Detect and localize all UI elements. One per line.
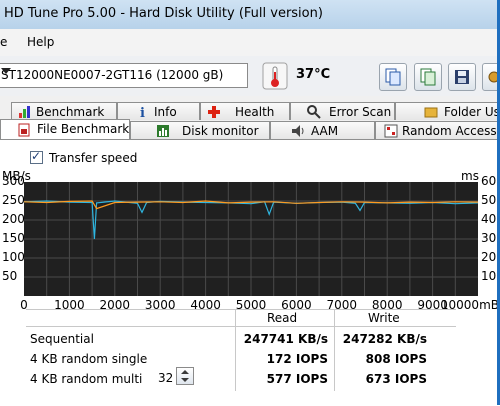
table-line-top — [26, 309, 456, 310]
y-tick-label-left: 100 — [2, 250, 25, 264]
tab-file-benchmark-label: File Benchmark — [37, 122, 130, 136]
tab-random-access-label: Random Access — [402, 124, 497, 138]
menu-item-help[interactable]: Help — [27, 35, 54, 49]
sequential-write-value: 247282 KB/s — [342, 332, 427, 346]
transfer-speed-chart — [24, 182, 478, 296]
tab-benchmark-label: Benchmark — [36, 105, 105, 119]
health-cross-icon — [208, 106, 220, 118]
row-label-sequential: Sequential — [30, 332, 94, 346]
folder-icon — [424, 107, 438, 118]
y-tick-label-right: 50 — [481, 193, 497, 207]
table-header-read: Read — [267, 311, 298, 325]
copy-all-icon — [420, 68, 436, 86]
queue-depth-value[interactable]: 32 — [158, 371, 173, 385]
tab-file-benchmark[interactable]: File Benchmark — [0, 119, 130, 140]
y-tick-label-right: 20 — [481, 250, 497, 264]
title-bar: HD Tune Pro 5.00 - Hard Disk Utility (Fu… — [0, 0, 500, 29]
queue-depth-stepper[interactable] — [176, 367, 194, 385]
y-tick-label-right: 60 — [481, 174, 497, 188]
tab-disk-monitor[interactable]: Disk monitor — [130, 121, 270, 139]
table-line-header — [26, 326, 456, 327]
table-header-write: Write — [368, 311, 400, 325]
4kb-single-write-value: 808 IOPS — [365, 352, 427, 366]
4kb-multi-write-value: 673 IOPS — [365, 372, 427, 386]
y-axis-unit-right: ms — [461, 169, 479, 183]
tab-strip: Benchmark i Info Health Error Scan Folde… — [0, 100, 500, 140]
drive-select-value: ST12000NE0007-2GT116 (12000 gB) — [1, 68, 224, 82]
copy-all-button[interactable] — [414, 63, 442, 91]
transfer-speed-checkbox[interactable] — [30, 149, 43, 164]
copy-icon — [385, 68, 401, 86]
app-window: HD Tune Pro 5.00 - Hard Disk Utility (Fu… — [0, 0, 500, 406]
svg-text:i: i — [140, 106, 145, 119]
transfer-speed-label: Transfer speed — [49, 151, 138, 165]
y-tick-label-left: 50 — [2, 269, 18, 283]
tab-aam-label: AAM — [311, 124, 339, 138]
menu-item-file[interactable]: e — [0, 35, 7, 49]
y-tick-label-left: 250 — [2, 193, 25, 207]
speaker-icon — [292, 125, 304, 137]
y-tick-label-right: 10 — [481, 269, 497, 283]
4kb-single-read-value: 172 IOPS — [266, 352, 328, 366]
tab-info-label: Info — [154, 105, 177, 119]
tab-health-label: Health — [235, 105, 275, 119]
info-icon: i — [140, 106, 145, 119]
magnifier-icon — [307, 105, 321, 119]
stepper-up-icon[interactable] — [181, 370, 189, 374]
copy-button[interactable] — [379, 63, 407, 91]
tab-health[interactable]: Health — [200, 102, 290, 120]
save-button[interactable] — [448, 63, 476, 91]
window-title: HD Tune Pro 5.00 - Hard Disk Utility (Fu… — [4, 6, 323, 21]
save-icon — [455, 70, 469, 84]
menu-bar: e Help — [0, 29, 500, 56]
row-label-4kb-multi: 4 KB random multi — [30, 372, 143, 386]
tab-folder-usage-label: Folder Us — [444, 105, 500, 119]
table-col-divider-1 — [235, 309, 236, 391]
y-tick-label-left: 200 — [2, 212, 25, 226]
disk-monitor-icon — [157, 125, 169, 137]
sequential-read-value: 247741 KB/s — [243, 332, 328, 346]
tab-benchmark[interactable]: Benchmark — [11, 102, 117, 120]
random-access-icon — [384, 124, 398, 138]
y-tick-label-left: 150 — [2, 231, 25, 245]
tab-error-scan[interactable]: Error Scan — [290, 102, 395, 120]
4kb-multi-read-value: 577 IOPS — [266, 372, 328, 386]
y-tick-label-right: 30 — [481, 231, 497, 245]
stepper-down-icon[interactable] — [181, 378, 189, 382]
chevron-down-icon[interactable] — [1, 68, 11, 74]
row-label-4kb-single: 4 KB random single — [30, 352, 148, 366]
tab-folder-usage[interactable]: Folder Us — [395, 102, 500, 120]
tab-disk-monitor-label: Disk monitor — [182, 124, 259, 138]
y-tick-label-left: 300 — [2, 174, 25, 188]
drive-select[interactable]: ST12000NE0007-2GT116 (12000 gB) — [0, 63, 248, 88]
thermometer-icon — [262, 62, 288, 90]
tab-error-scan-label: Error Scan — [329, 105, 392, 119]
benchmark-icon — [19, 106, 30, 118]
file-benchmark-icon — [18, 123, 30, 137]
temperature-readout: 37°C — [296, 67, 331, 82]
tab-aam[interactable]: AAM — [270, 121, 375, 139]
tab-random-access[interactable]: Random Access — [375, 121, 500, 139]
tab-info[interactable]: i Info — [117, 102, 200, 120]
y-tick-label-right: 40 — [481, 212, 497, 226]
table-col-divider-2 — [334, 309, 335, 391]
plot-grid — [24, 182, 478, 296]
toolbar: ST12000NE0007-2GT116 (12000 gB) — [0, 56, 500, 96]
